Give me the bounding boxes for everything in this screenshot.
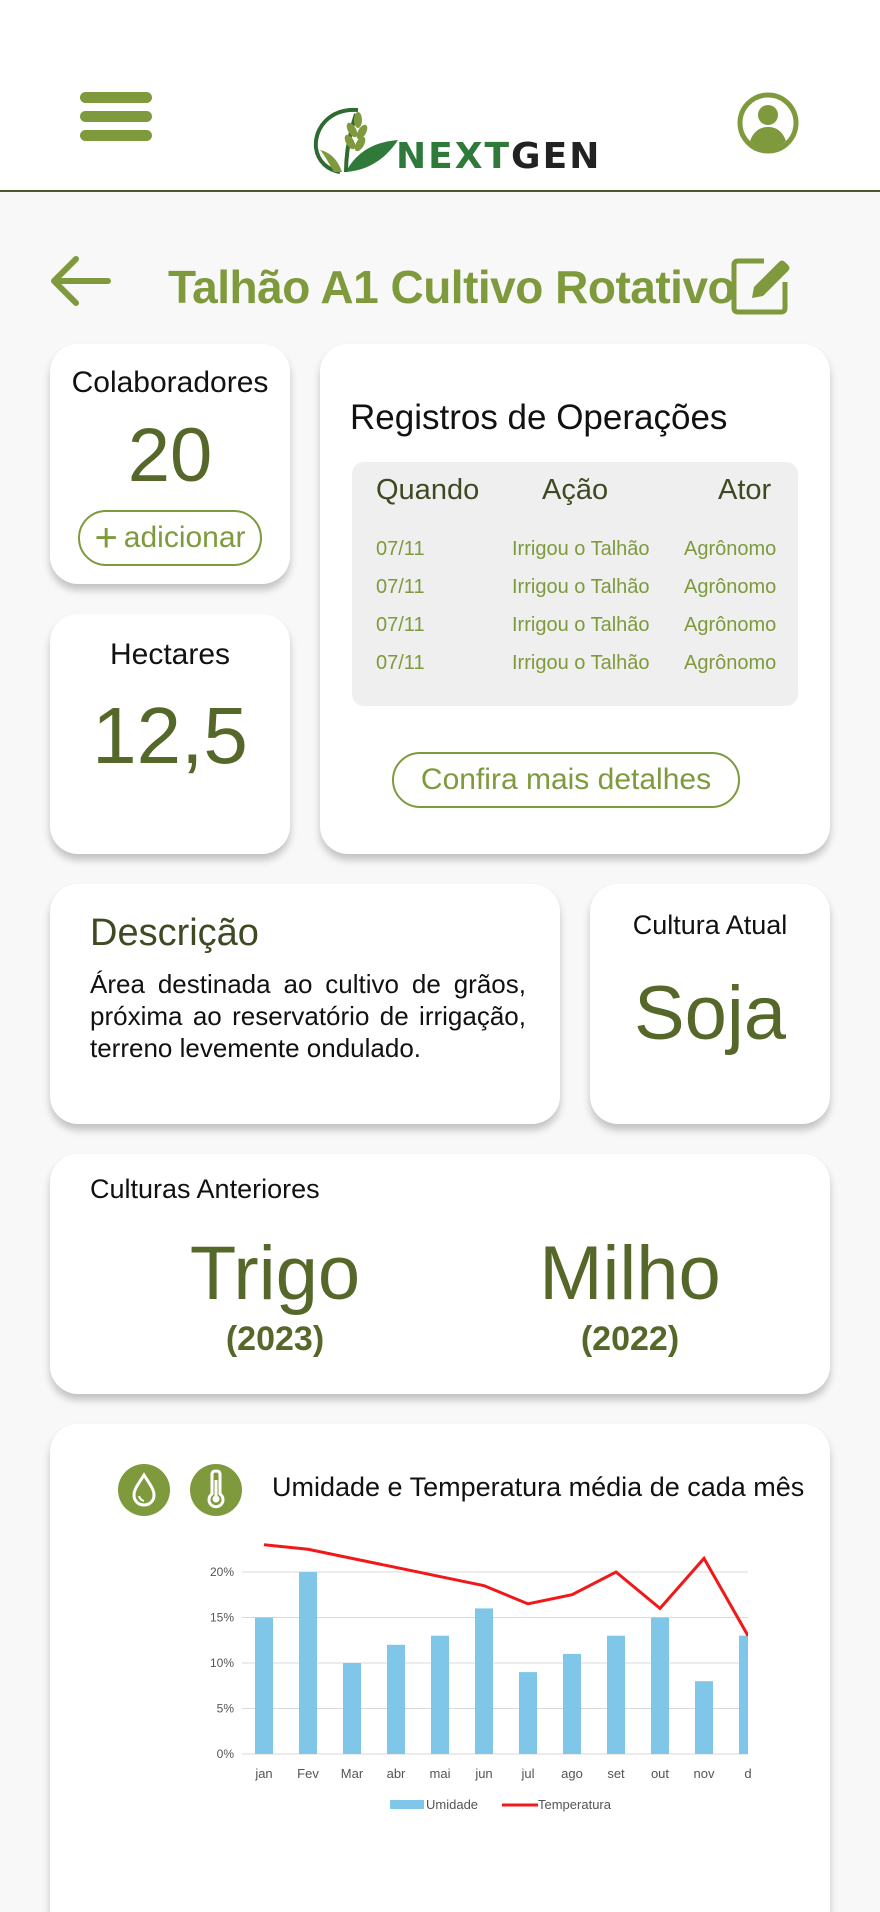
- current-crop-label: Cultura Atual: [632, 910, 788, 940]
- humidity-bar: [387, 1644, 405, 1754]
- y-tick-label: 0%: [217, 1747, 235, 1761]
- humidity-bar: [343, 1663, 361, 1754]
- hectares-card: Hectares 12,5: [50, 614, 290, 854]
- humidity-bar: [563, 1653, 581, 1754]
- humidity-bar: [607, 1635, 625, 1754]
- column-header-action: Ação: [542, 474, 609, 506]
- previous-crop-name: Milho: [539, 1231, 721, 1316]
- add-collaborator-label: adicionar: [123, 521, 246, 554]
- hectares-value: 12,5: [92, 691, 248, 780]
- x-tick-label: Fev: [297, 1766, 319, 1781]
- description-text: Área destinada ao cultivo de grãos, próx…: [90, 969, 526, 1063]
- previous-crop-year: (2022): [580, 1320, 680, 1358]
- column-header-actor: Ator: [718, 474, 772, 506]
- x-tick-label: mai: [430, 1766, 451, 1781]
- humidity-bar: [255, 1617, 273, 1754]
- x-tick-label: Mar: [341, 1766, 364, 1781]
- table-cell-action: Irrigou o Talhão: [512, 614, 650, 636]
- table-cell-when: 07/11: [376, 614, 425, 636]
- humidity-bar: [651, 1617, 669, 1754]
- leaf-logo-icon: [313, 107, 398, 174]
- table-cell-actor: Agrônomo: [684, 652, 777, 674]
- y-tick-label: 10%: [210, 1656, 234, 1670]
- hamburger-menu-icon[interactable]: [80, 92, 152, 142]
- description-card: Descrição Área destinada ao cultivo de g…: [50, 884, 560, 1124]
- x-tick-label: nov: [694, 1766, 715, 1781]
- x-tick-label: abr: [387, 1766, 406, 1781]
- table-cell-when: 07/11: [376, 652, 425, 674]
- y-tick-label: 15%: [210, 1611, 234, 1625]
- y-tick-label: 20%: [210, 1565, 234, 1579]
- current-crop-value: Soja: [633, 971, 787, 1056]
- y-tick-label: 5%: [217, 1702, 235, 1716]
- collaborators-count: 20: [127, 413, 213, 498]
- table-cell-when: 07/11: [376, 538, 425, 560]
- previous-crops-card: Culturas Anteriores Trigo (2023) Milho (…: [50, 1154, 830, 1394]
- previous-crop-year: (2023): [225, 1320, 325, 1358]
- x-tick-label: ago: [561, 1766, 583, 1781]
- table-cell-actor: Agrônomo: [684, 538, 777, 560]
- user-profile-icon[interactable]: [737, 92, 799, 154]
- humidity-bar: [431, 1635, 449, 1754]
- previous-crops-label: Culturas Anteriores: [90, 1174, 320, 1204]
- temperature-line: [263, 1543, 748, 1637]
- legend-humidity-label: Umidade: [426, 1797, 478, 1812]
- x-tick-label: jan: [254, 1766, 272, 1781]
- table-cell-actor: Agrônomo: [684, 614, 777, 636]
- table-cell-action: Irrigou o Talhão: [512, 576, 650, 598]
- x-tick-label: jul: [520, 1766, 534, 1781]
- climate-chart-card: Umidade e Temperatura média de cada mês …: [50, 1424, 830, 1912]
- collaborators-label: Colaboradores: [71, 366, 269, 399]
- logo-text-gen: GEN: [511, 136, 602, 177]
- column-header-when: Quando: [376, 474, 480, 506]
- x-tick-label: jun: [474, 1766, 492, 1781]
- collaborators-card: Colaboradores 20 + adicionar: [50, 344, 290, 584]
- page-title: Talhão A1 Cultivo Rotativo: [168, 261, 736, 313]
- table-cell-when: 07/11: [376, 576, 425, 598]
- humidity-bar: [695, 1681, 713, 1754]
- more-details-button[interactable]: Confira mais detalhes: [392, 752, 740, 808]
- operations-table: Quando Ação Ator 07/11 Irrigou o Talhão …: [352, 462, 798, 706]
- x-tick-label: out: [651, 1766, 669, 1781]
- table-cell-action: Irrigou o Talhão: [512, 652, 650, 674]
- edit-pencil-icon[interactable]: [730, 254, 792, 316]
- operations-card: Registros de Operações Quando Ação Ator …: [320, 344, 830, 854]
- operations-title: Registros de Operações: [350, 398, 728, 437]
- legend-temperature-label: Temperatura: [538, 1797, 612, 1812]
- table-cell-actor: Agrônomo: [684, 576, 777, 598]
- legend-humidity-swatch: [390, 1800, 424, 1809]
- plus-icon: +: [94, 516, 118, 560]
- humidity-temperature-chart: 0% 5% 10% 15% 20% jan Fev Mar abr mai jun jul ago set…: [210, 1543, 752, 1812]
- table-cell-action: Irrigou o Talhão: [512, 538, 650, 560]
- previous-crop-name: Trigo: [189, 1231, 361, 1316]
- nextgen-logo: NEXTGEN: [310, 100, 602, 177]
- x-tick-label: d: [744, 1766, 751, 1781]
- humidity-bar: [739, 1635, 748, 1754]
- humidity-bar: [519, 1672, 537, 1754]
- humidity-bar: [299, 1572, 317, 1754]
- description-title: Descrição: [90, 912, 259, 954]
- add-collaborator-button[interactable]: + adicionar: [78, 510, 262, 566]
- back-arrow-icon[interactable]: [48, 254, 112, 308]
- current-crop-card: Cultura Atual Soja: [590, 884, 830, 1124]
- humidity-bar: [475, 1608, 493, 1754]
- logo-text-next: NEXT: [396, 136, 512, 177]
- x-tick-label: set: [607, 1766, 625, 1781]
- hectares-label: Hectares: [109, 638, 231, 671]
- app-header: NEXTGEN: [0, 0, 880, 192]
